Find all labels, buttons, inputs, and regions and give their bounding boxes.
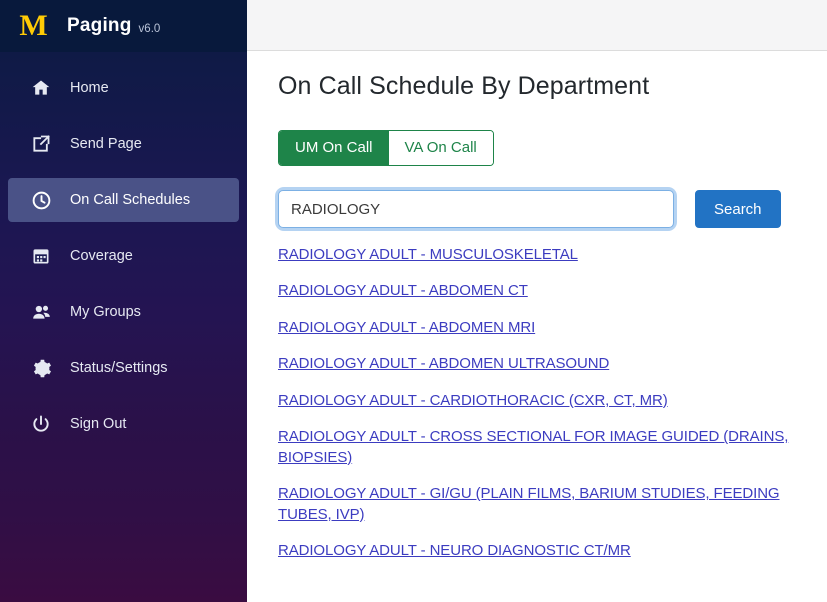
clock-icon [30, 189, 52, 211]
list-item: RADIOLOGY ADULT - ABDOMEN MRI [278, 318, 803, 338]
result-link[interactable]: RADIOLOGY ADULT - MUSCULOSKELETAL [278, 246, 578, 263]
sidebar: M Paging v6.0 Home Send Page On Call Sch… [0, 0, 247, 602]
sidebar-item-coverage[interactable]: Coverage [8, 234, 239, 278]
calendar-icon [30, 245, 52, 267]
result-link[interactable]: RADIOLOGY ADULT - CARDIOTHORACIC (CXR, C… [278, 392, 668, 409]
list-item: RADIOLOGY ADULT - ABDOMEN CT [278, 281, 803, 301]
sidebar-item-my-groups[interactable]: My Groups [8, 290, 239, 334]
sidebar-item-on-call-schedules[interactable]: On Call Schedules [8, 178, 239, 222]
list-item: RADIOLOGY ADULT - MUSCULOSKELETAL [278, 245, 803, 265]
send-page-icon [30, 133, 52, 155]
top-header-bar [247, 0, 827, 51]
sidebar-item-sign-out[interactable]: Sign Out [8, 402, 239, 446]
list-item: RADIOLOGY ADULT - ABDOMEN ULTRASOUND [278, 354, 803, 374]
sidebar-item-label: Coverage [70, 248, 133, 264]
search-input[interactable] [278, 190, 674, 228]
power-icon [30, 413, 52, 435]
sidebar-item-label: Sign Out [70, 416, 127, 432]
result-link[interactable]: RADIOLOGY ADULT - CROSS SECTIONAL FOR IM… [278, 428, 788, 465]
result-link[interactable]: RADIOLOGY ADULT - NEURO DIAGNOSTIC CT/MR [278, 542, 631, 559]
page-title: On Call Schedule By Department [278, 72, 650, 100]
tab-um-on-call[interactable]: UM On Call [279, 131, 389, 165]
list-item: RADIOLOGY ADULT - GI/GU (PLAIN FILMS, BA… [278, 484, 803, 525]
sidebar-item-label: Send Page [70, 136, 142, 152]
on-call-source-tabs: UM On Call VA On Call [278, 130, 494, 166]
sidebar-item-label: On Call Schedules [70, 192, 191, 208]
list-item: RADIOLOGY ADULT - NEURO DIAGNOSTIC CT/MR [278, 541, 803, 561]
list-item: RADIOLOGY ADULT - CARDIOTHORACIC (CXR, C… [278, 391, 803, 411]
search-button[interactable]: Search [695, 190, 781, 228]
list-item: RADIOLOGY ADULT - CROSS SECTIONAL FOR IM… [278, 427, 803, 468]
app-title: Paging [67, 15, 132, 36]
search-results-list: RADIOLOGY ADULT - MUSCULOSKELETAL RADIOL… [278, 245, 803, 562]
search-row: Search [278, 190, 803, 228]
main-content: On Call Schedule By Department UM On Cal… [247, 52, 827, 602]
sidebar-nav: Home Send Page On Call Schedules Coverag… [0, 52, 247, 446]
gear-icon [30, 357, 52, 379]
sidebar-item-send-page[interactable]: Send Page [8, 122, 239, 166]
home-icon [30, 77, 52, 99]
app-version: v6.0 [138, 23, 161, 35]
result-link[interactable]: RADIOLOGY ADULT - ABDOMEN MRI [278, 319, 535, 336]
tab-va-on-call[interactable]: VA On Call [388, 131, 493, 165]
brand-header: M Paging v6.0 [0, 0, 247, 52]
sidebar-item-status-settings[interactable]: Status/Settings [8, 346, 239, 390]
sidebar-item-label: My Groups [70, 304, 141, 320]
users-icon [30, 301, 52, 323]
sidebar-item-label: Home [70, 80, 109, 96]
result-link[interactable]: RADIOLOGY ADULT - GI/GU (PLAIN FILMS, BA… [278, 485, 780, 522]
app-root: M Paging v6.0 Home Send Page On Call Sch… [0, 0, 827, 602]
sidebar-item-label: Status/Settings [70, 360, 168, 376]
result-link[interactable]: RADIOLOGY ADULT - ABDOMEN ULTRASOUND [278, 355, 609, 372]
search-input-wrapper [278, 190, 674, 228]
result-link[interactable]: RADIOLOGY ADULT - ABDOMEN CT [278, 282, 528, 299]
michigan-m-logo-icon: M [19, 9, 47, 42]
sidebar-item-home[interactable]: Home [8, 66, 239, 110]
